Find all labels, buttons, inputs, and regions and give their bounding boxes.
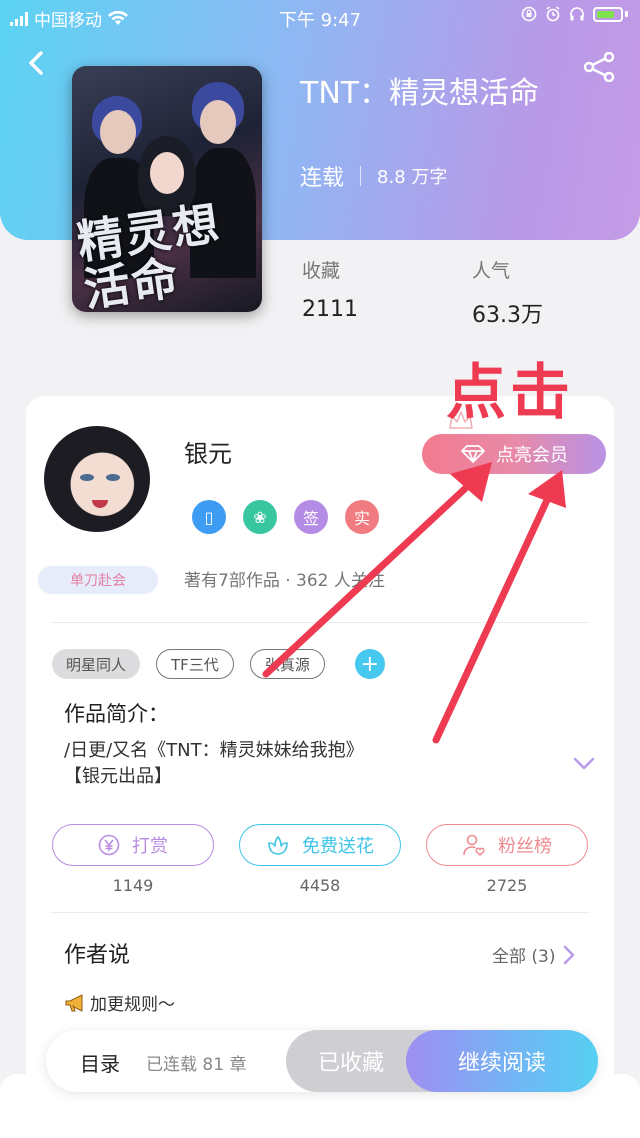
flower-action: 免费送花 4458 (239, 824, 401, 895)
support-actions: 打赏 1149 免费送花 4458 粉丝榜 2725 (52, 824, 588, 895)
user-heart-icon (463, 834, 485, 856)
rotation-lock-icon (521, 6, 537, 22)
battery-icon (593, 6, 623, 22)
annotation-click-text: 点击 (446, 358, 574, 428)
reward-action: 打赏 1149 (52, 824, 214, 895)
intro-label: 作品简介： (64, 702, 169, 726)
megaphone-icon (65, 993, 83, 1012)
vip-activate-button[interactable]: 点亮会员 (422, 434, 606, 474)
flower-icon (268, 836, 288, 855)
chevron-right-icon (564, 945, 575, 964)
back-arrow-icon[interactable] (22, 48, 52, 78)
reward-count: 1149 (112, 876, 154, 895)
cover-title-art: 精灵想活命 (73, 195, 224, 312)
word-count: 8.8 万字 (377, 167, 448, 188)
fans-count: 2725 (486, 876, 528, 895)
chapter-count: 已连载 81 章 (146, 1055, 247, 1075)
meta-divider (360, 166, 362, 186)
flower-count: 4458 (299, 876, 341, 895)
diamond-icon (461, 445, 485, 463)
divider (50, 912, 590, 913)
intro-text: /日更/又名《TNT：精灵妹妹给我抱》 【银元出品】 (64, 740, 364, 787)
author-says-label: 作者说 (64, 943, 131, 968)
toc-button[interactable]: 目录 (80, 1048, 120, 1077)
author-name[interactable]: 银元 (184, 434, 232, 469)
tag-celebrity-fanfic[interactable]: 明星同人 (52, 649, 141, 679)
author-group-tag[interactable]: 单刀赴会 (38, 566, 158, 594)
share-icon[interactable] (582, 52, 616, 82)
book-tags: 明星同人 TF三代 张真源 + (52, 649, 385, 679)
stat-favorites: 收藏 2111 (302, 260, 358, 322)
author-says-item[interactable]: 加更规则～ (64, 990, 175, 1015)
serial-status: 连载 (300, 166, 345, 191)
author-badges: ▯ ❀ 签 实 (192, 500, 379, 534)
book-meta: 连载 8.8 万字 (300, 160, 447, 192)
free-flower-button[interactable]: 免费送花 (239, 824, 401, 866)
status-bar: 中国移动 下午 9:47 (0, 0, 640, 34)
divider (50, 622, 590, 623)
reward-button[interactable]: 打赏 (52, 824, 214, 866)
author-avatar[interactable] (44, 426, 150, 532)
phone-badge-icon[interactable]: ▯ (192, 500, 226, 534)
author-says-all-link[interactable]: 全部 (3) (492, 942, 575, 967)
yen-coin-icon (98, 834, 120, 856)
continue-reading-button[interactable]: 继续阅读 (406, 1030, 598, 1092)
sign-badge[interactable]: 签 (294, 500, 328, 534)
headphones-icon (570, 7, 584, 21)
handshake-badge-icon[interactable]: ❀ (243, 500, 277, 534)
author-works-info: 著有7部作品 · 362 人关注 (184, 571, 385, 591)
verified-badge[interactable]: 实 (345, 500, 379, 534)
fans-action: 粉丝榜 2725 (426, 824, 588, 895)
expand-chevron-icon[interactable] (572, 756, 596, 772)
book-cover-image[interactable]: 精灵想活命 (72, 66, 262, 312)
stat-popularity: 人气 63.3万 (472, 260, 543, 328)
add-tag-button[interactable]: + (354, 649, 385, 679)
tag-zhang-zhenyuan[interactable]: 张真源 (249, 649, 325, 679)
book-title: TNT：精灵想活命 (300, 76, 540, 111)
vip-button-label: 点亮会员 (496, 445, 568, 466)
fan-ranking-button[interactable]: 粉丝榜 (426, 824, 588, 866)
alarm-icon (546, 6, 560, 22)
tag-tf-gen3[interactable]: TF三代 (156, 649, 234, 679)
